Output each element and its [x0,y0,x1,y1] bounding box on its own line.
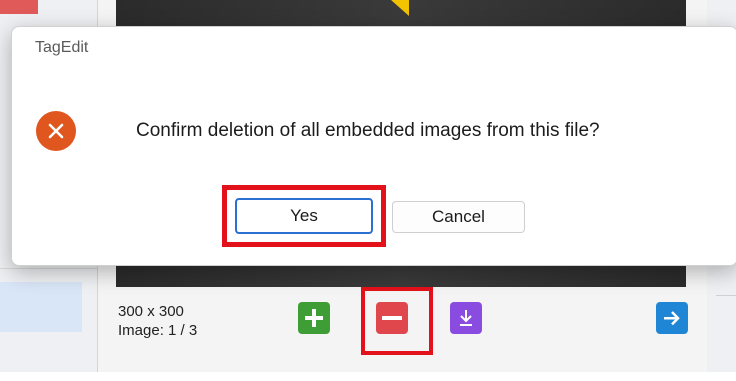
image-info: 300 x 300 Image: 1 / 3 [118,302,197,340]
left-panel-divider [0,268,97,269]
remove-button-highlight [361,287,433,355]
image-position: Image: 1 / 3 [118,322,198,339]
add-image-button[interactable] [298,302,330,334]
bottom-strip [0,372,736,381]
download-icon [460,310,472,326]
confirm-dialog: TagEdit Confirm deletion of all embedded… [11,26,736,266]
left-panel-selected-row[interactable] [0,282,82,332]
plus-icon [305,309,323,327]
dialog-message: Confirm deletion of all embedded images … [136,120,600,141]
arrow-right-icon [664,311,680,326]
next-image-button[interactable] [656,302,688,334]
yes-button-highlight [222,185,386,247]
save-image-button[interactable] [450,302,482,334]
right-panel-divider [716,295,736,296]
cancel-button[interactable]: Cancel [392,201,525,233]
artwork-image-detail [391,0,409,16]
image-dimensions: 300 x 300 [118,303,184,320]
error-x-icon [36,111,76,151]
dialog-title: TagEdit [35,39,89,56]
left-panel-accent [0,0,38,14]
